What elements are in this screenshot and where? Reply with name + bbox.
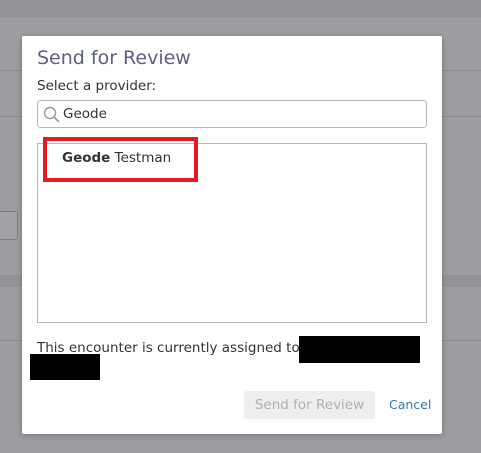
- background-header: [0, 0, 481, 18]
- select-provider-label: Select a provider:: [37, 78, 157, 94]
- cancel-link[interactable]: Cancel: [389, 397, 431, 412]
- provider-search-box[interactable]: [37, 100, 427, 128]
- provider-name-match: Geode: [62, 150, 111, 166]
- redaction-block: [299, 336, 420, 363]
- send-for-review-button[interactable]: Send for Review: [244, 391, 375, 419]
- background-input-stub: [0, 211, 18, 240]
- search-icon: [43, 106, 60, 123]
- provider-option-geode-testman[interactable]: Geode Testman: [46, 143, 201, 173]
- provider-last-name: Testman: [114, 150, 172, 166]
- redaction-block: [30, 354, 100, 380]
- dialog-title: Send for Review: [37, 47, 191, 69]
- provider-search-input[interactable]: [63, 103, 418, 125]
- send-for-review-dialog: Send for Review Select a provider: Geode…: [22, 36, 442, 434]
